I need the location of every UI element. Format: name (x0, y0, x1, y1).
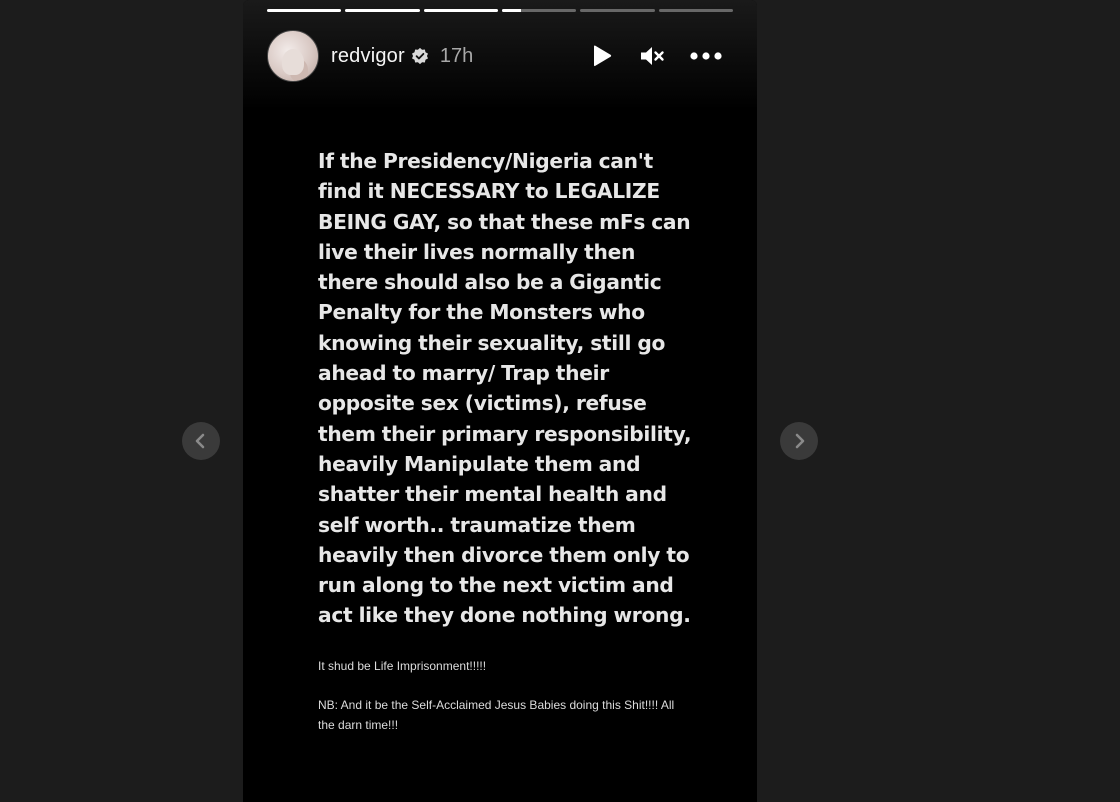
chevron-right-icon (795, 433, 805, 449)
story-caption-line: It shud be Life Imprisonment!!!!! (318, 658, 487, 673)
progress-segment (267, 9, 342, 12)
post-time: 17h (439, 44, 474, 67)
verified-badge-icon (411, 47, 428, 65)
play-button[interactable] (589, 43, 615, 69)
story-card[interactable]: redvigor 17h If the Presidency/Nigeria c… (243, 0, 757, 802)
progress-segment (423, 9, 498, 12)
more-horizontal-icon (690, 52, 722, 60)
mute-button[interactable] (639, 43, 665, 69)
chevron-left-icon (195, 433, 205, 449)
story-viewer: redvigor 17h If the Presidency/Nigeria c… (0, 0, 1120, 802)
story-controls (589, 43, 723, 69)
muted-speaker-icon (641, 47, 664, 65)
avatar[interactable] (267, 30, 319, 82)
story-main-text: If the Presidency/Nigeria can't find it … (318, 149, 692, 628)
story-text-content: If the Presidency/Nigeria can't find it … (318, 146, 698, 735)
more-options-button[interactable] (689, 43, 723, 69)
previous-story-button[interactable] (182, 422, 220, 460)
next-story-button[interactable] (780, 422, 818, 460)
story-progress-bar (267, 9, 733, 12)
progress-segment (658, 9, 733, 12)
progress-segment (580, 9, 655, 12)
story-header: redvigor 17h (267, 30, 733, 82)
progress-segment (345, 9, 420, 12)
play-icon (594, 45, 612, 67)
progress-segment (501, 9, 577, 12)
username-link[interactable]: redvigor (331, 45, 405, 68)
story-caption-note: NB: And it be the Self-Acclaimed Jesus B… (318, 697, 675, 732)
